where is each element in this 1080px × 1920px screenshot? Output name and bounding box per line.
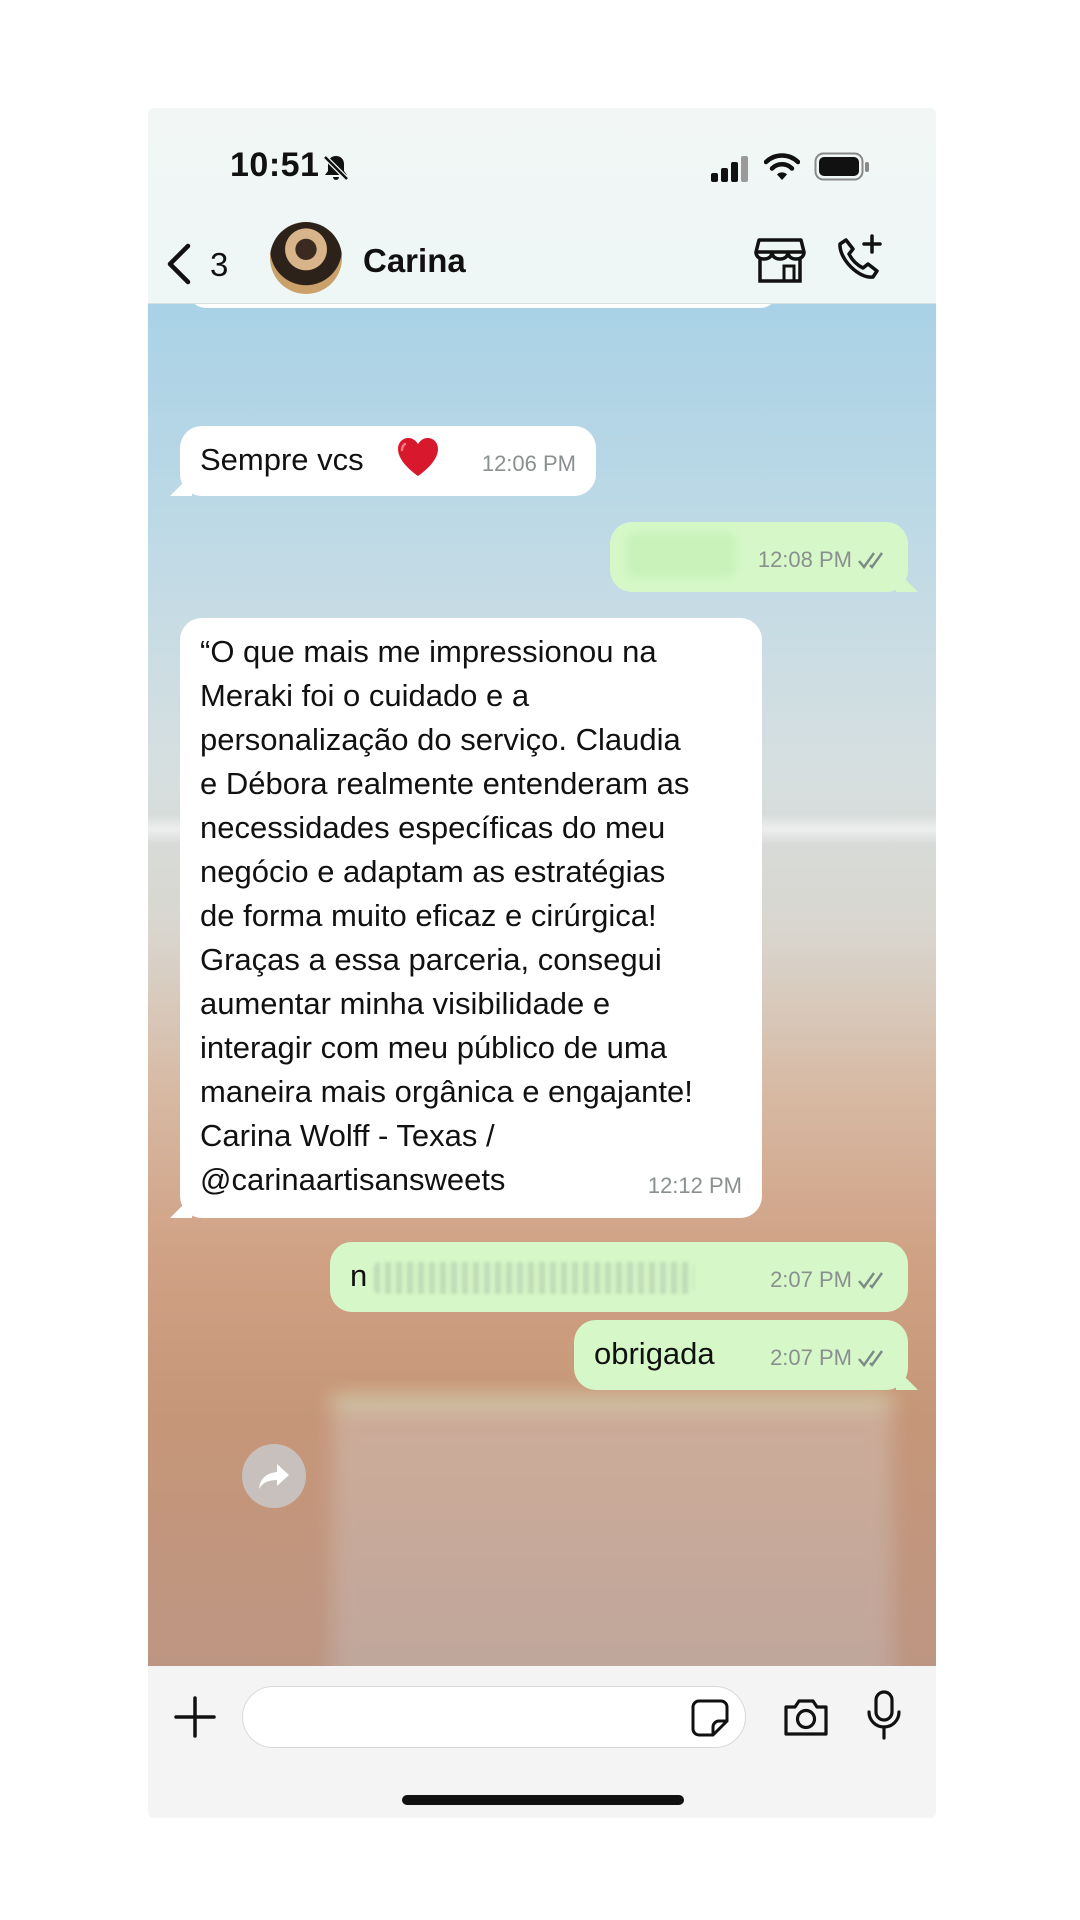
heart-icon [398,438,438,476]
back-button[interactable]: 3 [162,236,242,300]
store-icon[interactable] [754,236,806,284]
message-time: 12:08 PM [757,547,852,572]
double-check-icon [858,1272,884,1289]
message-meta: 2:07 PM [770,1258,888,1302]
contact-name[interactable]: Carina [363,242,466,280]
message-bubble-outgoing[interactable]: 12:08 PM [610,522,908,592]
sticker-icon[interactable] [690,1698,730,1738]
camera-icon[interactable] [782,1696,830,1738]
battery-icon [814,152,869,181]
message-text: “O que mais me impressionou na Meraki fo… [200,634,693,1197]
signal-icon [711,156,748,182]
previous-message-bubble [188,304,778,308]
back-chevron-icon [167,243,191,285]
wifi-icon [764,153,800,180]
composer-bar [148,1666,936,1818]
phone-screen: 10:51 3 Carina Sempre vcs 12:06 PM 12:08… [148,108,936,1818]
message-bubble-incoming[interactable]: Sempre vcs 12:06 PM [180,426,596,496]
call-add-icon[interactable] [834,234,884,284]
message-text: Sempre vcs [200,442,364,477]
message-bubble-incoming[interactable]: “O que mais me impressionou na Meraki fo… [180,618,762,1218]
message-meta: 2:07 PM [770,1336,888,1380]
message-text: n [350,1258,368,1293]
message-bubble-outgoing[interactable]: n 2:07 PM [330,1242,908,1312]
message-meta: 12:06 PM [482,442,576,486]
unread-count: 3 [210,246,229,283]
forward-icon [259,1464,289,1489]
message-input[interactable] [242,1686,746,1748]
redacted-content [626,532,736,578]
top-bar: 10:51 3 Carina [148,108,936,304]
message-meta: 12:12 PM [648,1164,742,1208]
mic-icon[interactable] [866,1690,902,1740]
chat-area[interactable]: Sempre vcs 12:06 PM 12:08 PM “O que mais… [148,304,936,1666]
avatar[interactable] [270,222,342,294]
home-indicator[interactable] [402,1795,684,1805]
redacted-content [374,1262,694,1294]
message-time: 2:07 PM [770,1267,852,1292]
message-time: 12:12 PM [647,1173,742,1198]
double-check-icon [858,552,884,569]
blurred-media-message[interactable] [332,1398,892,1666]
message-text: obrigada [594,1336,715,1371]
message-meta: 12:08 PM [758,538,888,582]
plus-icon[interactable] [172,1694,218,1740]
forward-button[interactable] [242,1444,306,1508]
double-check-icon [858,1350,884,1367]
bell-muted-icon [322,154,350,182]
message-time: 2:07 PM [770,1345,852,1370]
message-bubble-outgoing[interactable]: obrigada 2:07 PM [574,1320,908,1390]
message-time: 12:06 PM [481,451,576,476]
status-time: 10:51 [230,146,320,184]
